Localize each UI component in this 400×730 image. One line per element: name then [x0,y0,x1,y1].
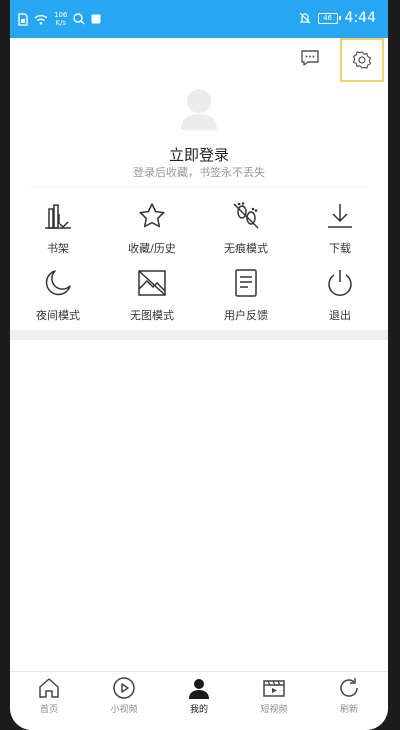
nav-tab-short-video[interactable]: 小视频 [94,676,154,724]
nav-label: 首页 [39,705,58,715]
grid-item-label: 无痕模式 [224,242,268,255]
net-speed: 106 K/s [54,11,67,27]
grid-item-feedback[interactable]: 用户反馈 [201,267,291,327]
avatar-icon[interactable] [180,88,218,130]
clapper-icon [263,680,285,697]
message-button[interactable] [298,46,322,70]
net-speed-unit: K/s [55,19,66,27]
nav-label: 我的 [189,705,208,715]
mute-icon [299,12,310,24]
divider [30,186,368,187]
grid-item-label: 下载 [329,242,351,255]
grid-item-label: 夜间模式 [36,309,80,322]
download-icon [328,204,352,228]
feedback-icon [235,269,257,297]
grid-item-label: 无图模式 [130,309,174,322]
grid-item-bookshelf[interactable]: 书架 [13,200,103,260]
gear-icon [352,51,372,69]
login-button[interactable]: 立即登录 [10,144,388,165]
grid-item-incognito[interactable]: 无痕模式 [201,200,291,260]
grid-item-exit[interactable]: 退出 [295,267,385,327]
nav-tab-home[interactable]: 首页 [19,676,79,724]
grid-item-no-image-mode[interactable]: 无图模式 [107,267,197,327]
power-icon [328,270,352,296]
phone-screen: 106 K/s 46 4:44 立即登录 登录后收藏，书签永不丢失 书架 收藏/… [10,0,388,730]
top-actions [288,38,388,82]
grid-item-label: 收藏/历史 [128,242,176,255]
play-icon [113,677,135,699]
status-bar: 106 K/s 46 4:44 [10,0,388,38]
grid-item-favorites-history[interactable]: 收藏/历史 [107,200,197,260]
battery-level: 46 [323,14,332,22]
settings-button[interactable] [340,38,384,82]
nav-label: 小视频 [110,705,138,715]
sim-icon [18,12,28,26]
grid-item-label: 用户反馈 [224,309,268,322]
search-icon [73,13,85,25]
grid-item-label: 书架 [47,242,69,255]
star-icon [139,203,165,228]
nav-label: 刷新 [339,705,358,715]
bookshelf-icon [45,204,71,229]
refresh-icon [340,678,358,697]
moon-icon [45,270,71,296]
notification-icon [91,14,101,24]
no-image-icon [138,270,166,296]
grid-item-night-mode[interactable]: 夜间模式 [13,267,103,327]
person-icon [189,679,209,699]
clock: 4:44 [344,10,376,26]
grid-item-label: 退出 [329,309,351,322]
wifi-icon [34,14,48,25]
login-subtitle: 登录后收藏，书签永不丢失 [133,166,265,179]
nav-tab-mine[interactable]: 我的 [169,676,229,724]
nav-label: 短视频 [260,705,288,715]
nav-tab-video[interactable]: 短视频 [244,676,304,724]
net-speed-value: 106 [54,11,68,19]
grid-item-download[interactable]: 下载 [295,200,385,260]
section-separator [10,330,388,340]
nav-tab-refresh[interactable]: 刷新 [319,676,379,724]
home-icon [39,678,59,698]
message-icon [301,50,319,66]
battery-indicator: 46 [317,12,341,24]
bottom-nav: 首页 小视频 我的 短视频 刷新 [10,671,388,730]
footprint-off-icon [233,202,259,229]
